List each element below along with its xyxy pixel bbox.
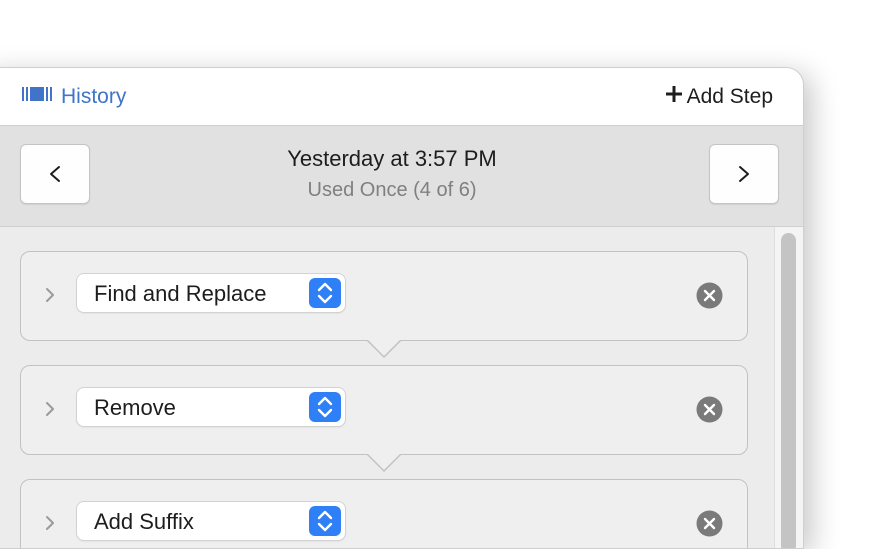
plus-icon <box>665 85 683 109</box>
next-button[interactable] <box>709 144 779 204</box>
up-down-arrows-icon <box>309 392 341 422</box>
rename-window: History Add Step Yesterday at 3:57 PM Us… <box>0 67 804 549</box>
remove-step-icon[interactable] <box>696 282 723 309</box>
up-down-arrows-icon <box>309 278 341 308</box>
step-card: Find and Replace <box>20 251 748 358</box>
add-step-button[interactable]: Add Step <box>665 84 773 110</box>
add-step-label: Add Step <box>686 85 773 108</box>
library-books-icon <box>21 85 53 109</box>
step-action-label: Add Suffix <box>94 509 194 534</box>
history-button[interactable]: History <box>21 84 126 110</box>
step-card: Remove <box>20 365 748 472</box>
step-action-select[interactable]: Find and Replace <box>77 274 345 312</box>
usage-count: Used Once (4 of 6) <box>307 179 477 201</box>
remove-step-icon[interactable] <box>696 510 723 537</box>
step-card: Add Suffix <box>20 479 748 548</box>
step-action-label: Find and Replace <box>94 281 267 306</box>
step-action-select[interactable]: Remove <box>77 388 345 426</box>
step-action-select[interactable]: Add Suffix <box>77 502 345 540</box>
scrollbar-thumb[interactable] <box>781 233 796 548</box>
step-connector <box>367 340 401 358</box>
disclosure-chevron-icon[interactable] <box>43 285 57 305</box>
chevron-right-icon <box>739 166 749 182</box>
history-timestamp: Yesterday at 3:57 PM <box>287 146 497 171</box>
steps-list: Find and Replace Remove Add Suffix <box>0 227 803 548</box>
remove-step-icon[interactable] <box>696 396 723 423</box>
disclosure-chevron-icon[interactable] <box>43 513 57 533</box>
vertical-scrollbar[interactable] <box>774 227 803 548</box>
history-navigator: Yesterday at 3:57 PM Used Once (4 of 6) <box>0 126 803 227</box>
step-connector <box>367 454 401 472</box>
history-label: History <box>61 85 127 108</box>
disclosure-chevron-icon[interactable] <box>43 399 57 419</box>
up-down-arrows-icon <box>309 506 341 536</box>
toolbar: History Add Step <box>0 68 803 126</box>
step-action-label: Remove <box>94 395 176 420</box>
